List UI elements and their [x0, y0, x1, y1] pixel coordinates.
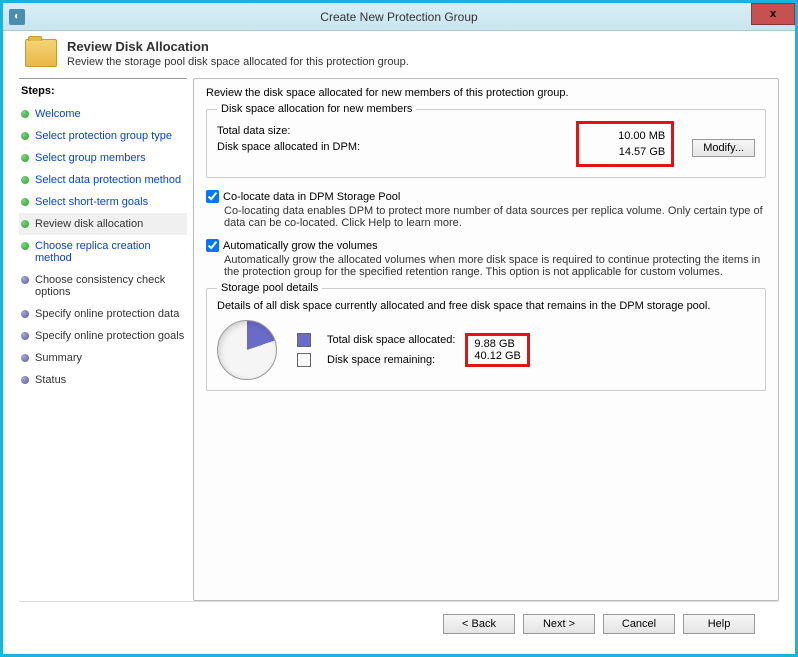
step-label: Choose replica creation method: [35, 240, 185, 264]
total-data-label: Total data size:: [217, 125, 417, 137]
pie-chart-icon: [217, 320, 277, 380]
step-label: Welcome: [35, 108, 81, 120]
allocated-swatch-icon: [297, 333, 311, 347]
step-item[interactable]: Specify online protection goals: [19, 325, 187, 347]
step-item[interactable]: Summary: [19, 347, 187, 369]
step-bullet-icon: [21, 176, 29, 184]
step-bullet-icon: [21, 310, 29, 318]
pool-legend: Storage pool details: [217, 282, 322, 294]
dpm-allocated-label: Disk space allocated in DPM:: [217, 141, 417, 153]
step-bullet-icon: [21, 220, 29, 228]
colocate-desc: Co-locating data enables DPM to protect …: [224, 205, 766, 229]
window-title: Create New Protection Group: [3, 10, 795, 24]
step-label: Select data protection method: [35, 174, 181, 186]
title-bar: ◐ Create New Protection Group x: [3, 3, 795, 31]
step-item[interactable]: Select data protection method: [19, 169, 187, 191]
cancel-button[interactable]: Cancel: [603, 614, 675, 634]
step-item[interactable]: Status: [19, 369, 187, 391]
step-bullet-icon: [21, 354, 29, 362]
step-bullet-icon: [21, 376, 29, 384]
step-bullet-icon: [21, 198, 29, 206]
autogrow-desc: Automatically grow the allocated volumes…: [224, 254, 766, 278]
step-label: Specify online protection data: [35, 308, 179, 320]
step-bullet-icon: [21, 154, 29, 162]
dpm-allocated-value: 14.57 GB: [585, 146, 665, 158]
step-item: Review disk allocation: [19, 213, 187, 235]
help-button[interactable]: Help: [683, 614, 755, 634]
step-item[interactable]: Welcome: [19, 103, 187, 125]
pool-desc: Details of all disk space currently allo…: [217, 300, 755, 312]
step-label: Summary: [35, 352, 82, 364]
total-data-value: 10.00 MB: [585, 130, 665, 142]
colocate-row: Co-locate data in DPM Storage Pool: [206, 190, 766, 203]
step-label: Choose consistency check options: [35, 274, 185, 298]
step-label: Select short-term goals: [35, 196, 148, 208]
next-button[interactable]: Next >: [523, 614, 595, 634]
step-label: Specify online protection goals: [35, 330, 184, 342]
folder-icon: [25, 39, 57, 67]
allocated-label: Total disk space allocated:: [323, 331, 459, 349]
steps-sidebar: Steps: Welcome Select protection group ty…: [19, 78, 187, 601]
allocated-value: 9.88 GB: [474, 338, 520, 350]
page-subtitle: Review the storage pool disk space alloc…: [67, 56, 409, 68]
step-label: Status: [35, 374, 66, 386]
page-title: Review Disk Allocation: [67, 39, 409, 54]
autogrow-checkbox[interactable]: [206, 239, 219, 252]
step-bullet-icon: [21, 110, 29, 118]
content-area: Steps: Welcome Select protection group ty…: [3, 78, 795, 601]
step-label: Select group members: [35, 152, 146, 164]
main-panel: Review the disk space allocated for new …: [193, 78, 779, 601]
step-item[interactable]: Select protection group type: [19, 125, 187, 147]
autogrow-label: Automatically grow the volumes: [223, 240, 378, 252]
step-bullet-icon: [21, 276, 29, 284]
step-bullet-icon: [21, 332, 29, 340]
back-button[interactable]: < Back: [443, 614, 515, 634]
allocation-values-highlight: 10.00 MB 14.57 GB: [576, 121, 674, 167]
pool-fieldset: Storage pool details Details of all disk…: [206, 282, 766, 391]
step-item[interactable]: Choose replica creation method: [19, 235, 187, 269]
intro-text: Review the disk space allocated for new …: [206, 87, 766, 99]
step-item[interactable]: Specify online protection data: [19, 303, 187, 325]
close-button[interactable]: x: [751, 3, 795, 25]
remaining-label: Disk space remaining:: [323, 351, 459, 369]
pool-values-highlight: 9.88 GB 40.12 GB: [465, 333, 529, 367]
step-item[interactable]: Choose consistency check options: [19, 269, 187, 303]
step-label: Review disk allocation: [35, 218, 143, 230]
colocate-label: Co-locate data in DPM Storage Pool: [223, 191, 400, 203]
autogrow-row: Automatically grow the volumes: [206, 239, 766, 252]
modify-button[interactable]: Modify...: [692, 139, 755, 157]
allocation-legend: Disk space allocation for new members: [217, 103, 416, 115]
sidebar-title: Steps:: [19, 83, 187, 103]
footer-buttons: < Back Next > Cancel Help: [19, 601, 779, 645]
remaining-value: 40.12 GB: [474, 350, 520, 362]
step-bullet-icon: [21, 242, 29, 250]
step-label: Select protection group type: [35, 130, 172, 142]
allocation-fieldset: Disk space allocation for new members To…: [206, 103, 766, 178]
page-header: Review Disk Allocation Review the storag…: [3, 31, 795, 78]
remaining-swatch-icon: [297, 353, 311, 367]
step-bullet-icon: [21, 132, 29, 140]
step-item[interactable]: Select group members: [19, 147, 187, 169]
step-item[interactable]: Select short-term goals: [19, 191, 187, 213]
colocate-checkbox[interactable]: [206, 190, 219, 203]
